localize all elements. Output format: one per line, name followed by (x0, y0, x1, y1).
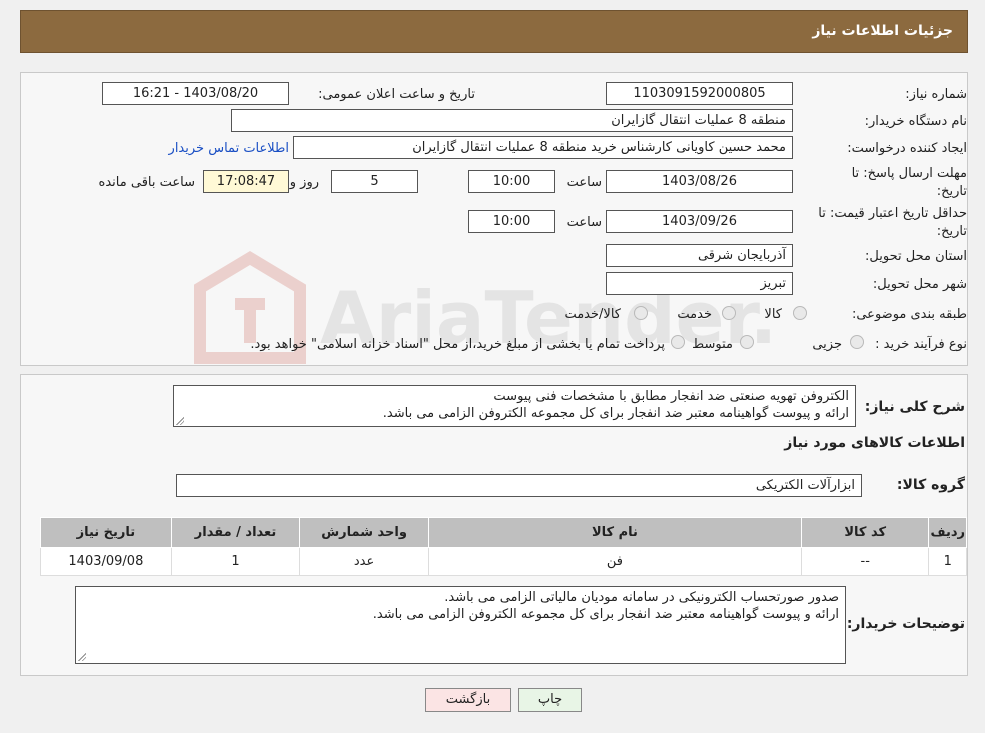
goods-table: ردیف کد کالا نام کالا واحد شمارش تعداد /… (40, 517, 967, 576)
goods-group-field: ابزارآلات الکتریکی (176, 474, 862, 497)
need-number-label: شماره نیاز: (905, 87, 967, 102)
province-field: آذربایجان شرقی (606, 244, 793, 267)
buyer-org-label: نام دستگاه خریدار: (864, 114, 967, 129)
page-header: جزئیات اطلاعات نیاز (20, 10, 968, 53)
category-option-goods: کالا (764, 307, 782, 322)
process-option-medium: متوسط (692, 337, 733, 352)
goods-group-label: گروه کالا: (896, 477, 965, 493)
resize-grip-icon-2[interactable] (77, 652, 86, 661)
validity-time-label: ساعت (566, 215, 602, 230)
process-label: نوع فرآیند خرید : (875, 337, 967, 352)
cell-date: 1403/09/08 (40, 547, 172, 576)
resize-grip-icon[interactable] (175, 416, 184, 425)
need-number-field: 1103091592000805 (606, 82, 793, 105)
page-title: جزئیات اطلاعات نیاز (812, 23, 953, 39)
buyer-org-field: منطقه 8 عملیات انتقال گازایران (231, 109, 793, 132)
category-radio-goods[interactable] (793, 306, 807, 320)
col-row: ردیف (928, 517, 967, 548)
creator-label: ایجاد کننده درخواست: (847, 141, 967, 156)
validity-time-field: 10:00 (468, 210, 555, 233)
remaining-label: ساعت باقی مانده (98, 175, 195, 190)
category-option-service: خدمت (677, 307, 712, 322)
process-checkbox-treasury[interactable] (671, 335, 685, 349)
validity-label: حداقل تاریخ اعتبار قیمت: تا (818, 206, 967, 221)
col-unit: واحد شمارش (299, 517, 429, 548)
province-label: استان محل تحویل: (865, 249, 967, 264)
announce-label: تاریخ و ساعت اعلان عمومی: (318, 87, 475, 102)
category-radio-service[interactable] (722, 306, 736, 320)
table-header-row: ردیف کد کالا نام کالا واحد شمارش تعداد /… (40, 517, 967, 548)
category-label: طبقه بندی موضوعی: (851, 307, 967, 322)
buyer-notes-textarea[interactable]: صدور صورتحساب الکترونیکی در سامانه مودیا… (75, 586, 846, 664)
category-radio-both[interactable] (634, 306, 648, 320)
description-label: شرح کلی نیاز: (864, 399, 965, 415)
cell-row: 1 (928, 547, 967, 576)
description-textarea[interactable]: الکتروفن تهویه صنعتی ضد انفجار مطابق با … (173, 385, 856, 427)
deadline-label-2: تاریخ: (936, 184, 967, 199)
print-button[interactable]: چاپ (518, 688, 582, 712)
creator-field: محمد حسین کاویانی کارشناس خرید منطقه 8 ع… (293, 136, 793, 159)
validity-label-2: تاریخ: (936, 224, 967, 239)
col-qty: تعداد / مقدار (170, 517, 301, 548)
deadline-label: مهلت ارسال پاسخ: تا (851, 166, 967, 181)
process-radio-minor[interactable] (850, 335, 864, 349)
goods-section-title: اطلاعات کالاهای مورد نیاز (784, 435, 965, 451)
cell-code: -- (801, 547, 930, 576)
buyer-contact-link[interactable]: اطلاعات تماس خریدار (169, 141, 289, 156)
back-button[interactable]: بازگشت (425, 688, 511, 712)
validity-date-field: 1403/09/26 (606, 210, 793, 233)
category-option-both: کالا/خدمت (564, 307, 621, 322)
deadline-date-field: 1403/08/26 (606, 170, 793, 193)
col-code: کد کالا (801, 517, 930, 548)
city-field: تبریز (606, 272, 793, 295)
city-label: شهر محل تحویل: (872, 277, 967, 292)
cell-qty: 1 (170, 547, 301, 576)
cell-unit: عدد (299, 547, 429, 576)
announce-field: 1403/08/20 - 16:21 (102, 82, 289, 105)
days-field: 5 (331, 170, 418, 193)
process-radio-medium[interactable] (740, 335, 754, 349)
col-date: تاریخ نیاز (40, 517, 172, 548)
deadline-time-field: 10:00 (468, 170, 555, 193)
days-label: روز و (289, 175, 319, 190)
remaining-time-field: 17:08:47 (203, 170, 289, 193)
col-name: نام کالا (427, 517, 803, 548)
table-row: 1 -- فن عدد 1 1403/09/08 (40, 547, 967, 576)
process-option-minor: جزیی (812, 337, 842, 352)
cell-name: فن (427, 547, 803, 576)
deadline-time-label: ساعت (566, 175, 602, 190)
buyer-notes-label: توضیحات خریدار: (846, 616, 965, 632)
process-note: پرداخت تمام یا بخشی از مبلغ خرید،از محل … (250, 337, 665, 352)
